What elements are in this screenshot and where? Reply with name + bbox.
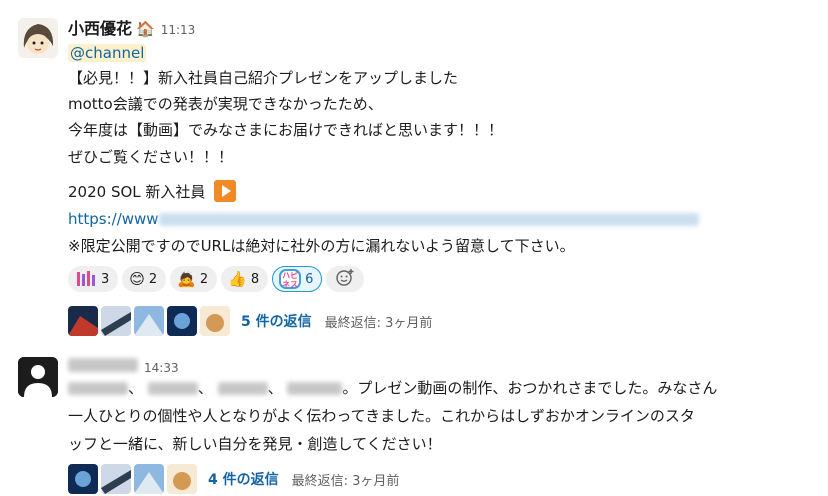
last-reply-time: 最終返信: 3ヶ月前 [324, 315, 433, 331]
reply-avatar [68, 306, 98, 336]
reaction-thumbsup[interactable]: 👍 8 [221, 266, 269, 292]
reply-avatar [167, 306, 197, 336]
reply-avatar [167, 464, 197, 494]
video-title-line: 2020 SOL 新入社員 [68, 180, 237, 203]
video-link[interactable]: https://www [68, 210, 159, 228]
reaction-smile[interactable]: 😊 2 [122, 266, 167, 292]
author-name[interactable]: 小西優花 [68, 15, 132, 39]
user-avatar[interactable] [18, 18, 58, 58]
pin-emoji-icon [75, 270, 97, 288]
thread-summary[interactable]: 5 件の返信 最終返信: 3ヶ月前 [68, 306, 432, 336]
video-title: 2020 SOL 新入社員 [68, 183, 206, 201]
reply-avatar [200, 306, 230, 336]
reply-count-link[interactable]: 5 件の返信 [241, 311, 312, 331]
add-reaction-icon [335, 268, 355, 290]
body-line: 一人ひとりの個性や人となりがよく伝わってきました。これからはしずおかオンラインの… [68, 407, 695, 425]
reaction-bar: 3 😊 2 🙇 2 👍 8 ハピ ネス 6 [68, 266, 365, 292]
redacted-url[interactable] [158, 213, 699, 226]
user-avatar[interactable] [18, 357, 58, 397]
reaction-count: 6 [305, 271, 314, 287]
redacted-name [147, 382, 198, 395]
reaction-bow[interactable]: 🙇 2 [170, 266, 218, 292]
body-line: 今年度は【動画】でみなさまにお届けできればと思います！！！ [68, 121, 504, 139]
redacted-name [217, 382, 268, 395]
reply-avatar [134, 306, 164, 336]
redacted-name [287, 382, 343, 395]
timestamp[interactable]: 11:13 [161, 23, 196, 37]
house-icon: 🏠 [136, 20, 155, 38]
channel-mention[interactable]: @channel [68, 44, 147, 62]
mention-line: @channel [68, 42, 147, 64]
body-line: ぜひご覧ください！！！ [68, 148, 234, 166]
body-line: ッフと一緒に、新しい自分を発見・創造してください！ [68, 435, 442, 453]
reaction-count: 3 [101, 271, 110, 287]
timestamp[interactable]: 14:33 [144, 361, 179, 375]
reply-avatar [134, 464, 164, 494]
bow-icon: 🙇 [177, 270, 196, 288]
thread-summary[interactable]: 4 件の返信 最終返信: 3ヶ月前 [68, 464, 399, 494]
reaction-count: 2 [199, 271, 209, 287]
redacted-author[interactable] [68, 358, 138, 372]
message-header: 14:33 [68, 358, 179, 375]
body-line: 【必見！！】新入社員自己紹介プレゼンをアップしました [68, 69, 459, 87]
reply-count-link[interactable]: 4 件の返信 [208, 469, 279, 489]
smile-icon: 😊 [129, 270, 145, 288]
reaction-count: 2 [148, 271, 158, 287]
happiness-emoji-icon: ハピ ネス [279, 269, 302, 289]
reaction-pin[interactable]: 3 [68, 266, 119, 292]
reply-avatar [101, 306, 131, 336]
reaction-happiness[interactable]: ハピ ネス 6 [272, 266, 323, 292]
notice-line: ※限定公開ですのでURLは絶対に社外の方に漏れないよう留意して下さい。 [68, 237, 575, 255]
reply-avatar [68, 464, 98, 494]
body-text: 。プレゼン動画の制作、おつかれさまでした。みなさん [342, 379, 718, 397]
last-reply-time: 最終返信: 3ヶ月前 [291, 473, 400, 489]
reply-avatar [101, 464, 131, 494]
link-line: https://www [68, 208, 699, 230]
thumbs-up-icon: 👍 [228, 270, 247, 288]
add-reaction-button[interactable] [326, 266, 365, 292]
message-header: 小西優花 🏠 11:13 [68, 15, 195, 39]
play-icon [214, 180, 237, 202]
body-line: motto会議での発表が実現できなかったため、 [68, 95, 383, 113]
reaction-count: 8 [250, 271, 260, 287]
body-line: 、 、 、 。プレゼン動画の制作、おつかれさまでした。みなさん [68, 377, 717, 399]
redacted-name [68, 382, 128, 395]
